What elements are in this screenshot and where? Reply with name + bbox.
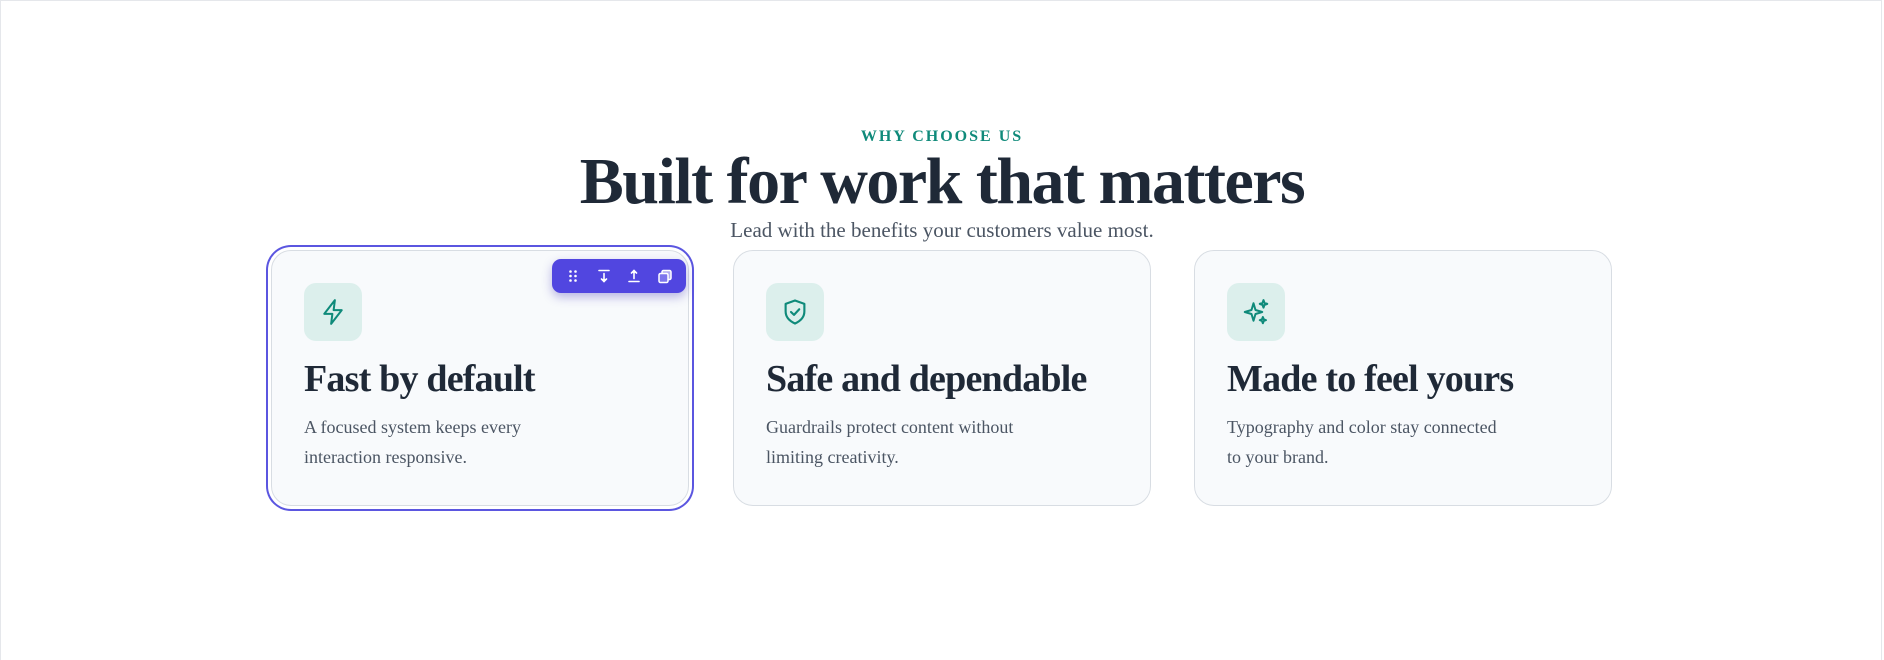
feature-card-body: Guardrails protect content without limit… [766, 417, 1014, 467]
feature-card-title: Safe and dependable [766, 358, 1087, 400]
feature-card-title: Fast by default [304, 358, 536, 400]
move-down-icon[interactable] [591, 263, 617, 289]
feature-card-safe[interactable]: Safe and dependable Guardrails protect c… [733, 250, 1151, 506]
drag-handle-icon[interactable] [560, 263, 586, 289]
feature-card-yours[interactable]: Made to feel yours Typography and color … [1194, 250, 1612, 506]
lightning-icon [304, 283, 362, 341]
move-up-icon[interactable] [621, 263, 647, 289]
shield-check-icon [766, 283, 824, 341]
section-subtitle: Lead with the benefits your customers va… [730, 218, 1154, 242]
section-title: Built for work that matters [579, 145, 1306, 218]
feature-card-body: A focused system keeps every interaction… [304, 417, 521, 467]
feature-card-title: Made to feel yours [1227, 358, 1514, 400]
block-toolbar [552, 259, 686, 293]
duplicate-icon[interactable] [652, 263, 678, 289]
sparkles-icon [1227, 283, 1285, 341]
feature-card-body: Typography and color stay connected to y… [1227, 417, 1497, 467]
